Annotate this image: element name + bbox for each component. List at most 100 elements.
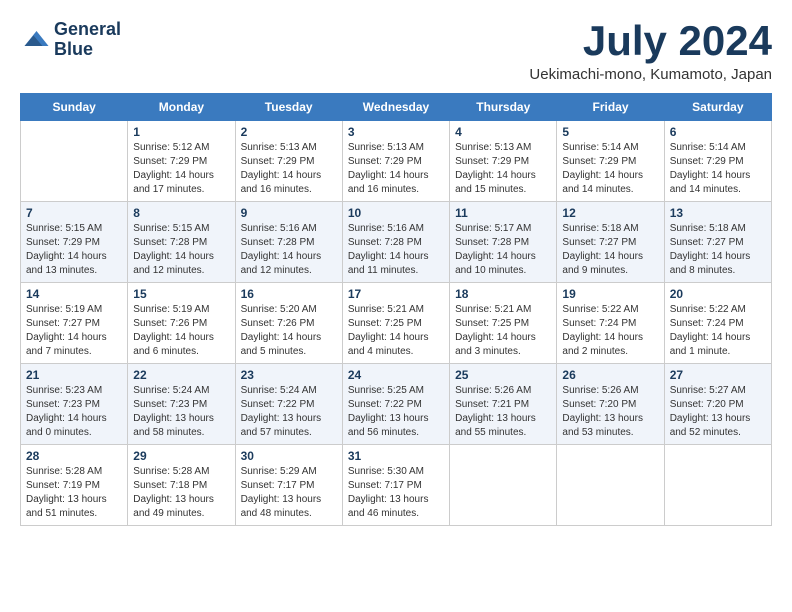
calendar-cell: 16 Sunrise: 5:20 AM Sunset: 7:26 PM Dayli… bbox=[235, 283, 342, 364]
day-info: Sunrise: 5:14 AM Sunset: 7:29 PM Dayligh… bbox=[670, 141, 766, 197]
logo-text: General Blue bbox=[54, 20, 121, 60]
day-number: 19 bbox=[562, 287, 658, 301]
day-number: 7 bbox=[26, 206, 122, 220]
calendar-cell: 22 Sunrise: 5:24 AM Sunset: 7:23 PM Dayli… bbox=[128, 364, 235, 445]
calendar-cell bbox=[557, 445, 664, 526]
day-number: 24 bbox=[348, 368, 444, 382]
day-info: Sunrise: 5:13 AM Sunset: 7:29 PM Dayligh… bbox=[455, 141, 551, 197]
day-number: 29 bbox=[133, 449, 229, 463]
day-info: Sunrise: 5:14 AM Sunset: 7:29 PM Dayligh… bbox=[562, 141, 658, 197]
header: General Blue July 2024 Uekimachi-mono, K… bbox=[20, 20, 772, 83]
header-day-tuesday: Tuesday bbox=[235, 94, 342, 121]
day-number: 8 bbox=[133, 206, 229, 220]
day-info: Sunrise: 5:25 AM Sunset: 7:22 PM Dayligh… bbox=[348, 384, 444, 440]
week-row-4: 21 Sunrise: 5:23 AM Sunset: 7:23 PM Dayli… bbox=[21, 364, 772, 445]
calendar-cell: 11Sunrise: 5:17 AM Sunset: 7:28 PM Dayli… bbox=[450, 202, 557, 283]
calendar-cell bbox=[21, 121, 128, 202]
header-day-thursday: Thursday bbox=[450, 94, 557, 121]
calendar-cell: 8 Sunrise: 5:15 AM Sunset: 7:28 PM Daylig… bbox=[128, 202, 235, 283]
header-day-monday: Monday bbox=[128, 94, 235, 121]
week-row-2: 7Sunrise: 5:15 AM Sunset: 7:29 PM Daylig… bbox=[21, 202, 772, 283]
day-number: 21 bbox=[26, 368, 122, 382]
week-row-3: 14 Sunrise: 5:19 AM Sunset: 7:27 PM Dayli… bbox=[21, 283, 772, 364]
day-info: Sunrise: 5:22 AM Sunset: 7:24 PM Dayligh… bbox=[562, 303, 658, 359]
day-info: Sunrise: 5:19 AM Sunset: 7:27 PM Dayligh… bbox=[26, 303, 122, 359]
day-info: Sunrise: 5:18 AM Sunset: 7:27 PM Dayligh… bbox=[562, 222, 658, 278]
day-info: Sunrise: 5:21 AM Sunset: 7:25 PM Dayligh… bbox=[348, 303, 444, 359]
day-info: Sunrise: 5:21 AM Sunset: 7:25 PM Dayligh… bbox=[455, 303, 551, 359]
day-number: 23 bbox=[241, 368, 337, 382]
header-day-saturday: Saturday bbox=[664, 94, 771, 121]
day-info: Sunrise: 5:15 AM Sunset: 7:28 PM Dayligh… bbox=[133, 222, 229, 278]
header-row: SundayMondayTuesdayWednesdayThursdayFrid… bbox=[21, 94, 772, 121]
day-info: Sunrise: 5:16 AM Sunset: 7:28 PM Dayligh… bbox=[348, 222, 444, 278]
day-info: Sunrise: 5:23 AM Sunset: 7:23 PM Dayligh… bbox=[26, 384, 122, 440]
day-number: 12 bbox=[562, 206, 658, 220]
day-info: Sunrise: 5:27 AM Sunset: 7:20 PM Dayligh… bbox=[670, 384, 766, 440]
day-info: Sunrise: 5:24 AM Sunset: 7:22 PM Dayligh… bbox=[241, 384, 337, 440]
title-section: July 2024 Uekimachi-mono, Kumamoto, Japa… bbox=[529, 20, 772, 83]
calendar-cell: 23 Sunrise: 5:24 AM Sunset: 7:22 PM Dayli… bbox=[235, 364, 342, 445]
day-number: 9 bbox=[241, 206, 337, 220]
calendar-cell bbox=[664, 445, 771, 526]
day-number: 28 bbox=[26, 449, 122, 463]
calendar-cell: 24 Sunrise: 5:25 AM Sunset: 7:22 PM Dayli… bbox=[342, 364, 449, 445]
day-info: Sunrise: 5:26 AM Sunset: 7:20 PM Dayligh… bbox=[562, 384, 658, 440]
day-number: 26 bbox=[562, 368, 658, 382]
calendar-cell bbox=[450, 445, 557, 526]
calendar-cell: 19 Sunrise: 5:22 AM Sunset: 7:24 PM Dayli… bbox=[557, 283, 664, 364]
day-info: Sunrise: 5:19 AM Sunset: 7:26 PM Dayligh… bbox=[133, 303, 229, 359]
calendar-cell: 14 Sunrise: 5:19 AM Sunset: 7:27 PM Dayli… bbox=[21, 283, 128, 364]
day-number: 20 bbox=[670, 287, 766, 301]
calendar-cell: 17 Sunrise: 5:21 AM Sunset: 7:25 PM Dayli… bbox=[342, 283, 449, 364]
day-info: Sunrise: 5:22 AM Sunset: 7:24 PM Dayligh… bbox=[670, 303, 766, 359]
calendar-cell: 20 Sunrise: 5:22 AM Sunset: 7:24 PM Dayli… bbox=[664, 283, 771, 364]
day-number: 18 bbox=[455, 287, 551, 301]
day-number: 30 bbox=[241, 449, 337, 463]
day-info: Sunrise: 5:18 AM Sunset: 7:27 PM Dayligh… bbox=[670, 222, 766, 278]
calendar-cell: 15 Sunrise: 5:19 AM Sunset: 7:26 PM Dayli… bbox=[128, 283, 235, 364]
calendar-cell: 29Sunrise: 5:28 AM Sunset: 7:18 PM Dayli… bbox=[128, 445, 235, 526]
day-number: 10 bbox=[348, 206, 444, 220]
day-number: 16 bbox=[241, 287, 337, 301]
day-info: Sunrise: 5:17 AM Sunset: 7:28 PM Dayligh… bbox=[455, 222, 551, 278]
calendar-cell: 1Sunrise: 5:12 AM Sunset: 7:29 PM Daylig… bbox=[128, 121, 235, 202]
day-number: 4 bbox=[455, 125, 551, 139]
header-day-wednesday: Wednesday bbox=[342, 94, 449, 121]
calendar-cell: 4 Sunrise: 5:13 AM Sunset: 7:29 PM Daylig… bbox=[450, 121, 557, 202]
day-info: Sunrise: 5:28 AM Sunset: 7:19 PM Dayligh… bbox=[26, 465, 122, 521]
day-info: Sunrise: 5:12 AM Sunset: 7:29 PM Dayligh… bbox=[133, 141, 229, 197]
calendar-cell: 13 Sunrise: 5:18 AM Sunset: 7:27 PM Dayli… bbox=[664, 202, 771, 283]
day-number: 15 bbox=[133, 287, 229, 301]
day-info: Sunrise: 5:13 AM Sunset: 7:29 PM Dayligh… bbox=[348, 141, 444, 197]
location-title: Uekimachi-mono, Kumamoto, Japan bbox=[529, 66, 772, 83]
calendar-cell: 3Sunrise: 5:13 AM Sunset: 7:29 PM Daylig… bbox=[342, 121, 449, 202]
calendar-cell: 2 Sunrise: 5:13 AM Sunset: 7:29 PM Daylig… bbox=[235, 121, 342, 202]
month-title: July 2024 bbox=[529, 20, 772, 62]
calendar-cell: 7Sunrise: 5:15 AM Sunset: 7:29 PM Daylig… bbox=[21, 202, 128, 283]
calendar-cell: 25Sunrise: 5:26 AM Sunset: 7:21 PM Dayli… bbox=[450, 364, 557, 445]
day-number: 2 bbox=[241, 125, 337, 139]
day-info: Sunrise: 5:24 AM Sunset: 7:23 PM Dayligh… bbox=[133, 384, 229, 440]
day-info: Sunrise: 5:26 AM Sunset: 7:21 PM Dayligh… bbox=[455, 384, 551, 440]
calendar-cell: 26 Sunrise: 5:26 AM Sunset: 7:20 PM Dayli… bbox=[557, 364, 664, 445]
day-info: Sunrise: 5:29 AM Sunset: 7:17 PM Dayligh… bbox=[241, 465, 337, 521]
day-number: 13 bbox=[670, 206, 766, 220]
week-row-5: 28 Sunrise: 5:28 AM Sunset: 7:19 PM Dayli… bbox=[21, 445, 772, 526]
day-info: Sunrise: 5:20 AM Sunset: 7:26 PM Dayligh… bbox=[241, 303, 337, 359]
logo: General Blue bbox=[20, 20, 121, 60]
header-day-friday: Friday bbox=[557, 94, 664, 121]
day-number: 17 bbox=[348, 287, 444, 301]
day-number: 22 bbox=[133, 368, 229, 382]
day-number: 14 bbox=[26, 287, 122, 301]
calendar-cell: 30 Sunrise: 5:29 AM Sunset: 7:17 PM Dayli… bbox=[235, 445, 342, 526]
calendar-cell: 5Sunrise: 5:14 AM Sunset: 7:29 PM Daylig… bbox=[557, 121, 664, 202]
day-info: Sunrise: 5:30 AM Sunset: 7:17 PM Dayligh… bbox=[348, 465, 444, 521]
logo-icon bbox=[20, 25, 50, 55]
calendar-cell: 21 Sunrise: 5:23 AM Sunset: 7:23 PM Dayli… bbox=[21, 364, 128, 445]
day-info: Sunrise: 5:13 AM Sunset: 7:29 PM Dayligh… bbox=[241, 141, 337, 197]
calendar-cell: 31Sunrise: 5:30 AM Sunset: 7:17 PM Dayli… bbox=[342, 445, 449, 526]
calendar-cell: 28 Sunrise: 5:28 AM Sunset: 7:19 PM Dayli… bbox=[21, 445, 128, 526]
calendar-table: SundayMondayTuesdayWednesdayThursdayFrid… bbox=[20, 93, 772, 526]
week-row-1: 1Sunrise: 5:12 AM Sunset: 7:29 PM Daylig… bbox=[21, 121, 772, 202]
